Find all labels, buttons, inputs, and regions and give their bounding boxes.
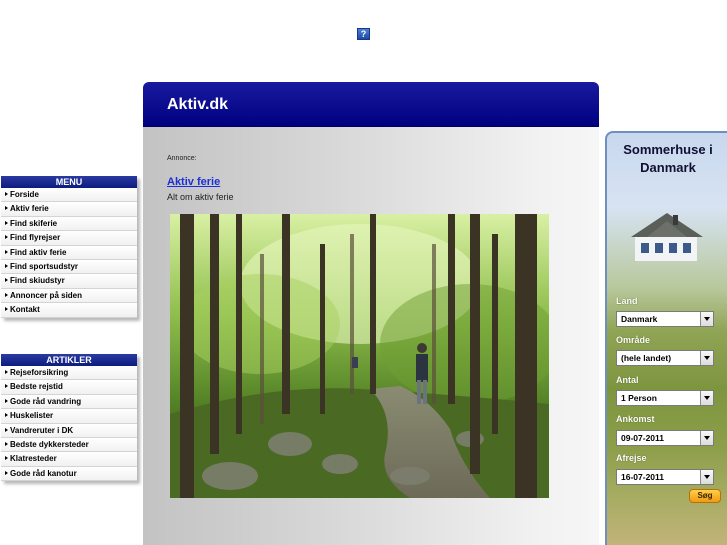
menu-item-find-sportsudstyr[interactable]: Find sportsudstyr	[1, 259, 137, 275]
site-title: Aktiv.dk	[143, 82, 599, 127]
menu-item-label: Kontakt	[10, 305, 40, 315]
afrejse-value: 16-07-2011	[621, 472, 665, 482]
sommerhuse-title-line1: Sommerhuse i	[623, 142, 713, 157]
artikel-item-huskelister[interactable]: Huskelister	[1, 409, 137, 424]
chevron-down-icon[interactable]	[700, 431, 713, 445]
artikel-item-label: Vandreruter i DK	[10, 425, 74, 435]
arrow-right-icon	[5, 307, 8, 312]
chevron-down-icon[interactable]	[700, 470, 713, 484]
arrow-right-icon	[5, 456, 8, 461]
menu-item-forside[interactable]: Forside	[1, 188, 137, 203]
menu-item-find-aktiv-ferie[interactable]: Find aktiv ferie	[1, 245, 137, 260]
arrow-right-icon	[5, 249, 8, 254]
search-button[interactable]: Søg	[689, 489, 721, 503]
sommerhuse-title: Sommerhuse i Danmark	[607, 141, 727, 177]
artikel-item-label: Rejseforsikring	[10, 368, 69, 377]
arrow-right-icon	[5, 206, 8, 211]
ad-link[interactable]: Aktiv ferie	[167, 176, 220, 188]
artikel-item-label: Gode råd vandring	[10, 396, 82, 406]
menu-panel: MENU Forside Aktiv ferie Find skiferie F…	[1, 176, 137, 318]
artikel-item-label: Bedste rejstid	[10, 382, 63, 392]
ad-description: Alt om aktiv ferie	[167, 192, 234, 202]
artikel-item-rejseforsikring[interactable]: Rejseforsikring	[1, 366, 137, 381]
omraade-select[interactable]: (hele landet)	[616, 350, 714, 366]
menu-item-annoncer[interactable]: Annoncer på siden	[1, 288, 137, 304]
menu-item-label: Find aktiv ferie	[10, 247, 67, 257]
arrow-right-icon	[5, 413, 8, 418]
menu-item-label: Forside	[10, 190, 39, 199]
artikel-item-klatresteder[interactable]: Klatresteder	[1, 452, 137, 467]
omraade-value: (hele landet)	[621, 353, 672, 363]
antal-value: 1 Person	[621, 393, 657, 403]
arrow-right-icon	[5, 235, 8, 240]
menu-item-label: Annoncer på siden	[10, 290, 83, 300]
sommerhuse-title-line2: Danmark	[640, 160, 696, 175]
afrejse-label: Afrejse	[616, 453, 647, 463]
land-select[interactable]: Danmark	[616, 311, 714, 327]
menu-item-kontakt[interactable]: Kontakt	[1, 303, 137, 318]
chevron-down-icon[interactable]	[700, 391, 713, 405]
artikel-item-kanotur[interactable]: Gode råd kanotur	[1, 466, 137, 482]
arrow-right-icon	[5, 263, 8, 268]
help-icon[interactable]: ?	[357, 28, 370, 40]
arrow-right-icon	[5, 292, 8, 297]
page: ? MENU Forside Aktiv ferie Find skiferie…	[0, 0, 727, 545]
artikler-header: ARTIKLER	[1, 354, 137, 366]
chevron-down-icon[interactable]	[700, 351, 713, 365]
menu-header: MENU	[1, 176, 137, 188]
arrow-right-icon	[5, 427, 8, 432]
land-label: Land	[616, 296, 638, 306]
annonce-label: Annonce:	[167, 155, 197, 162]
menu-item-aktiv-ferie[interactable]: Aktiv ferie	[1, 202, 137, 217]
menu-item-find-skiudstyr[interactable]: Find skiudstyr	[1, 274, 137, 289]
arrow-right-icon	[5, 398, 8, 403]
artikel-item-label: Huskelister	[10, 411, 54, 421]
artikel-item-label: Bedste dykkersteder	[10, 439, 89, 449]
arrow-right-icon	[5, 192, 8, 196]
afrejse-select[interactable]: 16-07-2011	[616, 469, 714, 485]
artikel-item-dykkersteder[interactable]: Bedste dykkersteder	[1, 437, 137, 453]
menu-item-label: Find skiudstyr	[10, 276, 65, 286]
summer-house-icon	[631, 213, 703, 261]
omraade-label: Område	[616, 335, 651, 345]
antal-label: Antal	[616, 375, 639, 385]
chevron-down-icon[interactable]	[700, 312, 713, 326]
land-value: Danmark	[621, 314, 658, 324]
artikel-item-gode-raad-vandring[interactable]: Gode råd vandring	[1, 394, 137, 410]
ankomst-select[interactable]: 09-07-2011	[616, 430, 714, 446]
artikel-item-label: Klatresteder	[10, 454, 57, 464]
menu-item-label: Aktiv ferie	[10, 204, 49, 214]
menu-item-find-skiferie[interactable]: Find skiferie	[1, 216, 137, 232]
menu-item-label: Find sportsudstyr	[10, 261, 79, 271]
menu-item-label: Find flyrejser	[10, 233, 61, 243]
menu-item-find-flyrejser[interactable]: Find flyrejser	[1, 231, 137, 246]
antal-select[interactable]: 1 Person	[616, 390, 714, 406]
menu-item-label: Find skiferie	[10, 218, 58, 228]
arrow-right-icon	[5, 441, 8, 446]
artikel-item-bedste-rejstid[interactable]: Bedste rejstid	[1, 380, 137, 395]
main-content: Aktiv.dk Annonce: Aktiv ferie Alt om akt…	[143, 82, 599, 545]
arrow-right-icon	[5, 370, 8, 374]
forest-photo-svg	[170, 214, 549, 498]
ankomst-value: 09-07-2011	[621, 433, 665, 443]
artikler-panel: ARTIKLER Rejseforsikring Bedste rejstid …	[1, 354, 137, 482]
artikel-item-vandreruter[interactable]: Vandreruter i DK	[1, 423, 137, 438]
arrow-right-icon	[5, 470, 8, 475]
arrow-right-icon	[5, 278, 8, 283]
ankomst-label: Ankomst	[616, 414, 655, 424]
arrow-right-icon	[5, 220, 8, 225]
sommerhuse-box: Sommerhuse i Danmark Land Danmark Område…	[605, 131, 727, 545]
artikel-item-label: Gode råd kanotur	[10, 468, 77, 478]
forest-hiking-photo	[170, 214, 549, 498]
arrow-right-icon	[5, 384, 8, 389]
